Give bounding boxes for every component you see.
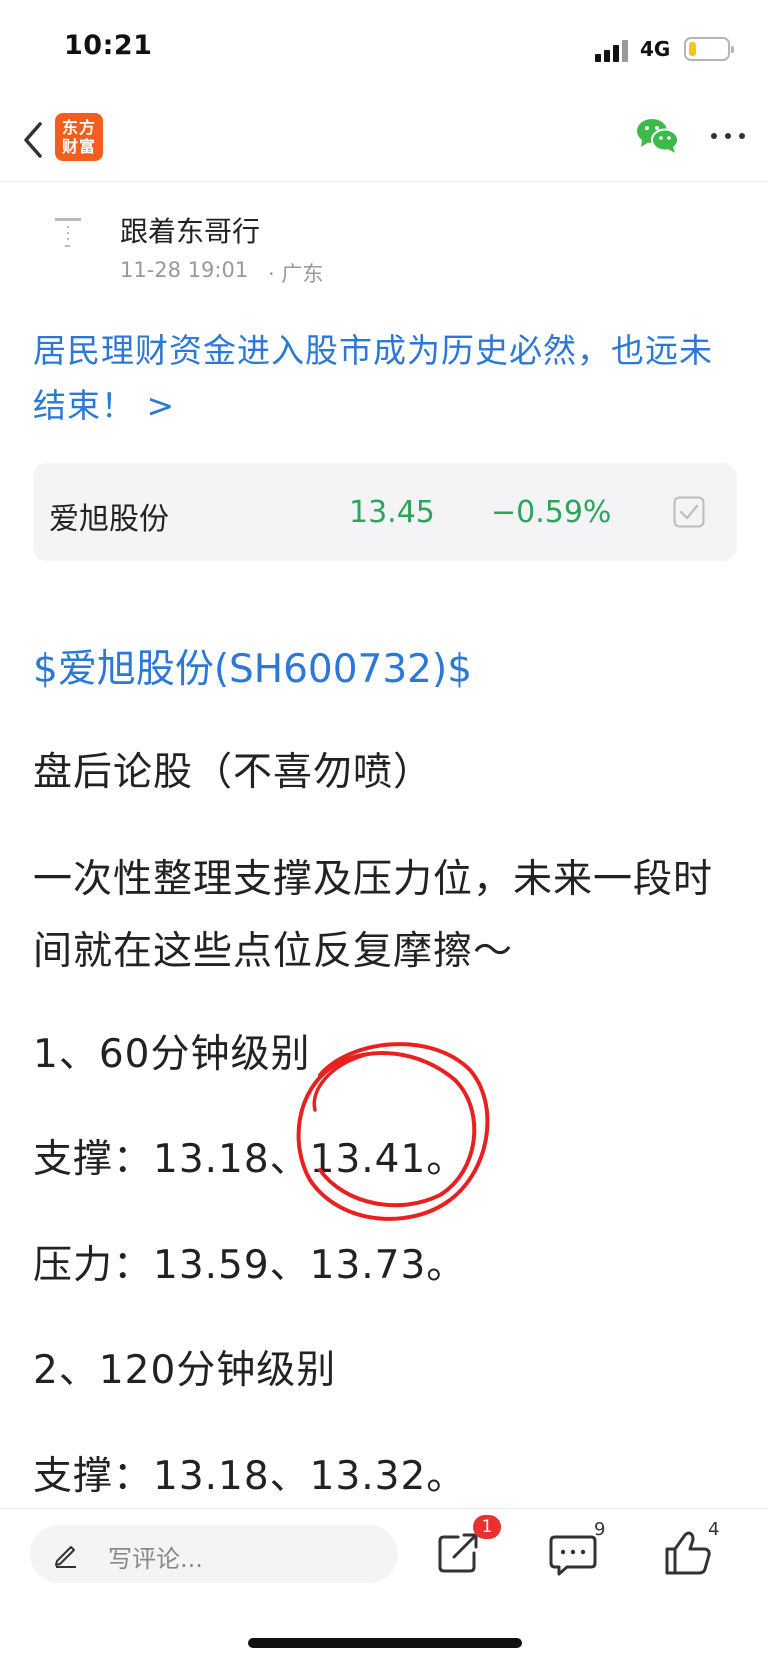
stock-tag-link[interactable]: $爱旭股份(SH600732)$ bbox=[33, 638, 472, 694]
article-paragraph: 1、60分钟级别 bbox=[33, 1032, 311, 1077]
comment-input[interactable]: 写评论... bbox=[30, 1525, 398, 1583]
post-time: 11-28 19:01 bbox=[120, 258, 249, 282]
article-paragraph: 支撑：13.18、13.32。 bbox=[33, 1454, 467, 1499]
post-location: · 广东 bbox=[268, 262, 324, 286]
stock-change: −0.59% bbox=[491, 495, 612, 530]
nav-bar: 东方 财富 bbox=[0, 98, 768, 182]
network-label: 4G bbox=[640, 37, 671, 61]
stock-card[interactable]: 爱旭股份 13.45 −0.59% bbox=[33, 463, 737, 561]
stock-name: 爱旭股份 bbox=[49, 502, 169, 537]
comment-placeholder: 写评论... bbox=[108, 1545, 203, 1573]
author-name[interactable]: 跟着东哥行 bbox=[120, 210, 260, 250]
wechat-icon[interactable] bbox=[636, 116, 680, 156]
pencil-icon bbox=[52, 1540, 80, 1568]
app-logo: 东方 财富 bbox=[55, 113, 103, 161]
topic-link[interactable]: 居民理财资金进入股市成为历史必然，也远未结束！ > bbox=[33, 323, 743, 433]
article-paragraph: 支撑：13.18、13.41。 bbox=[33, 1137, 467, 1182]
logo-line1: 东方 bbox=[61, 118, 96, 137]
like-count: 4 bbox=[708, 1519, 720, 1540]
back-icon[interactable] bbox=[18, 120, 52, 160]
checkbox-icon[interactable] bbox=[673, 496, 705, 528]
status-bar: 10:21 4G bbox=[0, 0, 768, 98]
more-icon[interactable] bbox=[710, 130, 746, 142]
battery-icon bbox=[684, 37, 734, 61]
article-paragraph: 2、120分钟级别 bbox=[33, 1348, 337, 1393]
article-paragraph: 盘后论股（不喜勿喷） bbox=[33, 750, 434, 795]
logo-line2: 财富 bbox=[61, 137, 96, 156]
home-indicator bbox=[248, 1638, 522, 1648]
bottom-bar: 写评论... 1 9 4 bbox=[0, 1508, 768, 1664]
article-paragraph: 压力：13.59、13.73。 bbox=[33, 1243, 467, 1288]
battery-fill bbox=[689, 42, 696, 56]
status-time: 10:21 bbox=[64, 30, 153, 61]
stock-price: 13.45 bbox=[349, 495, 435, 530]
comment-count: 9 bbox=[594, 1519, 606, 1540]
signal-icon bbox=[595, 40, 629, 62]
avatar[interactable] bbox=[45, 212, 97, 264]
share-badge: 1 bbox=[473, 1515, 501, 1539]
article-paragraph: 一次性整理支撑及压力位，未来一段时间就在这些点位反复摩擦～ bbox=[33, 857, 714, 974]
